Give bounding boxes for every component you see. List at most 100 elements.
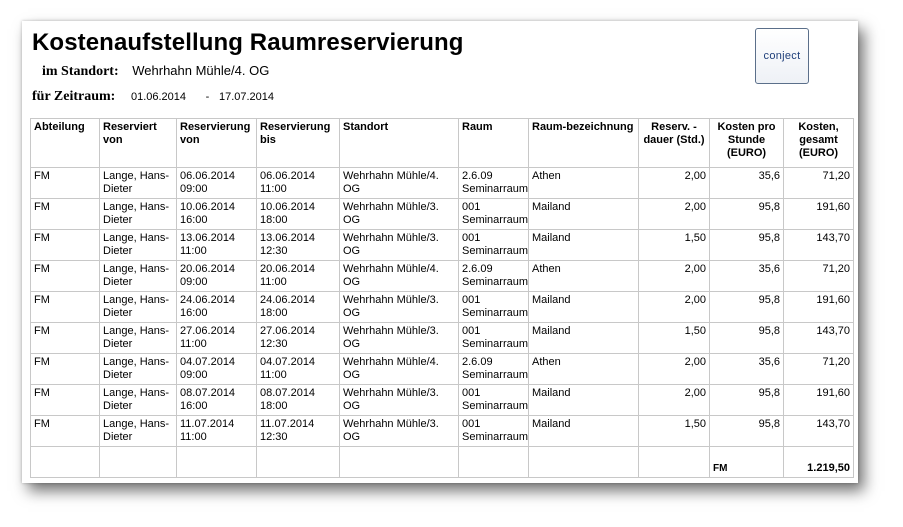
cell-bis: 20.06.2014 11:00 <box>256 260 340 292</box>
col-header: Raum <box>458 118 529 168</box>
cell-von: 11.07.2014 11:00 <box>176 415 257 447</box>
cell-standort: Wehrhahn Mühle/3. OG <box>339 384 459 416</box>
total-value: 1.219,50 <box>783 446 854 478</box>
cell-raum: 001 Seminarraum <box>458 198 529 230</box>
zeitraum-row: für Zeitraum: 01.06.2014 - 17.07.2014 <box>32 88 274 105</box>
total-label: FM <box>709 446 784 478</box>
empty-cell <box>30 446 100 478</box>
cell-dauer: 2,00 <box>638 198 710 230</box>
cell-dauer: 2,00 <box>638 384 710 416</box>
cell-von: 08.07.2014 16:00 <box>176 384 257 416</box>
cell-standort: Wehrhahn Mühle/3. OG <box>339 291 459 323</box>
cell-dauer: 2,00 <box>638 260 710 292</box>
cell-bis: 24.06.2014 18:00 <box>256 291 340 323</box>
cell-kosten-std: 95,8 <box>709 229 784 261</box>
cell-bis: 06.06.2014 11:00 <box>256 167 340 199</box>
cell-reserviert: Lange, Hans-Dieter <box>99 322 177 354</box>
cell-bis: 13.06.2014 12:30 <box>256 229 340 261</box>
col-header: Reservierung von <box>176 118 257 168</box>
cell-kosten-std: 95,8 <box>709 322 784 354</box>
cell-abteilung: FM <box>30 384 100 416</box>
cell-standort: Wehrhahn Mühle/3. OG <box>339 322 459 354</box>
empty-cell <box>256 446 340 478</box>
cell-raum: 001 Seminarraum <box>458 384 529 416</box>
cell-bis: 27.06.2014 12:30 <box>256 322 340 354</box>
cell-kosten-std: 35,6 <box>709 167 784 199</box>
zeitraum-to: 17.07.2014 <box>218 91 275 103</box>
cell-abteilung: FM <box>30 229 100 261</box>
cell-kosten-std: 35,6 <box>709 353 784 385</box>
standort-value: Wehrhahn Mühle/4. OG <box>132 63 270 78</box>
table-row: FM Lange, Hans-Dieter 04.07.2014 09:00 04.0… <box>30 353 854 385</box>
cell-reserviert: Lange, Hans-Dieter <box>99 260 177 292</box>
cell-von: 10.06.2014 16:00 <box>176 198 257 230</box>
cell-dauer: 1,50 <box>638 229 710 261</box>
cell-dauer: 2,00 <box>638 353 710 385</box>
cell-abteilung: FM <box>30 198 100 230</box>
cell-von: 06.06.2014 09:00 <box>176 167 257 199</box>
col-header: Reserv. -dauer (Std.) <box>638 118 710 168</box>
cell-raum: 001 Seminarraum <box>458 291 529 323</box>
cell-bezeichnung: Mailand <box>528 322 639 354</box>
cost-table: Abteilung Reserviert von Reservierung vo… <box>30 118 854 478</box>
report-title: Kostenaufstellung Raumreservierung <box>32 29 464 56</box>
cell-dauer: 2,00 <box>638 291 710 323</box>
cell-kosten-ges: 143,70 <box>783 415 854 447</box>
cell-standort: Wehrhahn Mühle/3. OG <box>339 198 459 230</box>
cell-abteilung: FM <box>30 291 100 323</box>
cell-dauer: 1,50 <box>638 322 710 354</box>
zeitraum-dash: - <box>205 91 210 103</box>
cell-dauer: 1,50 <box>638 415 710 447</box>
cell-bezeichnung: Mailand <box>528 415 639 447</box>
empty-cell <box>339 446 459 478</box>
cell-bezeichnung: Mailand <box>528 291 639 323</box>
cell-dauer: 2,00 <box>638 167 710 199</box>
cell-von: 20.06.2014 09:00 <box>176 260 257 292</box>
standort-label: im Standort: <box>42 64 119 79</box>
cell-kosten-ges: 143,70 <box>783 322 854 354</box>
table-row: FM Lange, Hans-Dieter 20.06.2014 09:00 20.0… <box>30 260 854 292</box>
table-row: FM Lange, Hans-Dieter 06.06.2014 09:00 06.0… <box>30 167 854 199</box>
table-row: FM Lange, Hans-Dieter 27.06.2014 11:00 27.0… <box>30 322 854 354</box>
col-header: Kosten, gesamt (EURO) <box>783 118 854 168</box>
cell-kosten-ges: 191,60 <box>783 384 854 416</box>
cell-kosten-std: 95,8 <box>709 415 784 447</box>
zeitraum-label: für Zeitraum: <box>32 89 116 104</box>
total-row: FM 1.219,50 <box>30 446 854 478</box>
cell-raum: 2.6.09 Seminarraum <box>458 167 529 199</box>
cell-standort: Wehrhahn Mühle/4. OG <box>339 260 459 292</box>
cell-abteilung: FM <box>30 322 100 354</box>
cell-kosten-std: 95,8 <box>709 291 784 323</box>
cell-kosten-ges: 191,60 <box>783 198 854 230</box>
cell-reserviert: Lange, Hans-Dieter <box>99 229 177 261</box>
col-header: Reserviert von <box>99 118 177 168</box>
cell-von: 13.06.2014 11:00 <box>176 229 257 261</box>
cell-bezeichnung: Athen <box>528 260 639 292</box>
cell-reserviert: Lange, Hans-Dieter <box>99 291 177 323</box>
cell-standort: Wehrhahn Mühle/3. OG <box>339 415 459 447</box>
cell-reserviert: Lange, Hans-Dieter <box>99 415 177 447</box>
cell-kosten-ges: 191,60 <box>783 291 854 323</box>
cell-raum: 001 Seminarraum <box>458 322 529 354</box>
cell-raum: 2.6.09 Seminarraum <box>458 260 529 292</box>
cell-bis: 08.07.2014 18:00 <box>256 384 340 416</box>
zeitraum-from: 01.06.2014 <box>130 91 187 103</box>
cell-reserviert: Lange, Hans-Dieter <box>99 384 177 416</box>
cell-standort: Wehrhahn Mühle/4. OG <box>339 353 459 385</box>
cell-kosten-std: 95,8 <box>709 384 784 416</box>
cell-von: 04.07.2014 09:00 <box>176 353 257 385</box>
col-header: Kosten pro Stunde (EURO) <box>709 118 784 168</box>
cell-abteilung: FM <box>30 415 100 447</box>
cell-abteilung: FM <box>30 353 100 385</box>
table-row: FM Lange, Hans-Dieter 11.07.2014 11:00 11.0… <box>30 415 854 447</box>
col-header: Reservierung bis <box>256 118 340 168</box>
cell-abteilung: FM <box>30 260 100 292</box>
empty-cell <box>176 446 257 478</box>
cell-kosten-std: 35,6 <box>709 260 784 292</box>
table-row: FM Lange, Hans-Dieter 13.06.2014 11:00 13.0… <box>30 229 854 261</box>
cell-bis: 04.07.2014 11:00 <box>256 353 340 385</box>
cell-kosten-ges: 71,20 <box>783 260 854 292</box>
conject-logo: conject <box>755 28 809 84</box>
table-row: FM Lange, Hans-Dieter 08.07.2014 16:00 08.0… <box>30 384 854 416</box>
col-header: Abteilung <box>30 118 100 168</box>
